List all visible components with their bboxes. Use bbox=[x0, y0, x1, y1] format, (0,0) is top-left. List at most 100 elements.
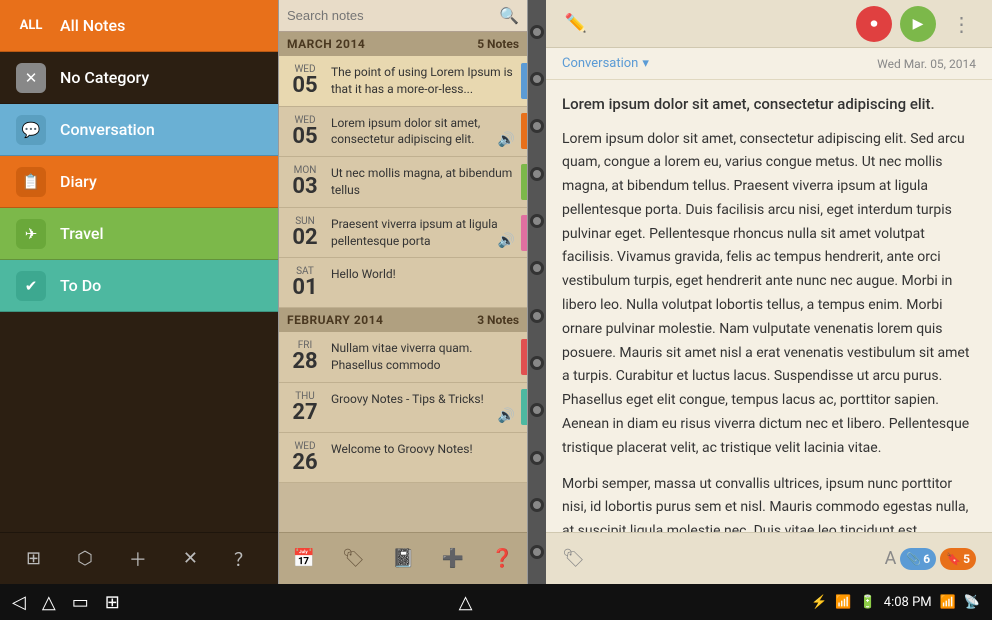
sidebar-item-travel[interactable]: ✈ Travel bbox=[0, 208, 278, 260]
spiral-ring bbox=[530, 498, 544, 512]
sidebar-item-all-notes[interactable]: ALL All Notes bbox=[0, 0, 278, 52]
home-button[interactable]: △ bbox=[42, 592, 56, 613]
note-tag-red bbox=[521, 339, 527, 375]
spiral-ring bbox=[530, 403, 544, 417]
note-item[interactable]: MON 03 Ut nec mollis magna, at bibendum … bbox=[279, 157, 527, 208]
sidebar-add-icon[interactable]: ＋ bbox=[129, 546, 147, 572]
note-content: Ut nec mollis magna, at bibendum tellus bbox=[331, 165, 519, 199]
category-label: Conversation bbox=[562, 56, 638, 71]
spiral-ring bbox=[530, 167, 544, 181]
sidebar-item-all-notes-label: All Notes bbox=[60, 16, 125, 35]
spiral-binding bbox=[528, 0, 546, 584]
diary-icon: 📋 bbox=[16, 167, 46, 197]
note-content: Groovy Notes - Tips & Tricks! bbox=[331, 391, 519, 408]
note-date: SAT 01 bbox=[287, 266, 323, 299]
sidebar-item-conversation[interactable]: 💬 Conversation bbox=[0, 104, 278, 156]
pencil-icon[interactable]: ✏️ bbox=[558, 6, 594, 42]
sidebar-item-travel-label: Travel bbox=[60, 224, 104, 243]
record-button[interactable]: ⏺ bbox=[856, 6, 892, 42]
tag-badge-button[interactable]: 🔖 5 bbox=[940, 548, 976, 570]
tag-icon: 🔖 bbox=[946, 552, 961, 566]
conversation-icon: 💬 bbox=[16, 115, 46, 145]
search-icon: 🔍 bbox=[499, 6, 519, 25]
help-icon[interactable]: ❓ bbox=[491, 548, 513, 569]
note-date: MON 03 bbox=[287, 165, 323, 198]
category-dropdown-icon: ▾ bbox=[642, 56, 649, 71]
audio-icon: 🔊 bbox=[498, 132, 515, 148]
sidebar-bottom-toolbar: ⊞ ⬡ ＋ ✕ ？ bbox=[0, 532, 278, 584]
tag-icon[interactable]: 🏷 bbox=[342, 548, 365, 569]
note-item[interactable]: WED 05 The point of using Lorem Ipsum is… bbox=[279, 56, 527, 107]
note-text: The point of using Lorem Ipsum is that i… bbox=[331, 64, 519, 98]
sidebar-help-icon[interactable]: ？ bbox=[234, 546, 252, 572]
tag-count: 5 bbox=[963, 552, 970, 566]
note-date-display: Wed Mar. 05, 2014 bbox=[877, 57, 976, 71]
note-item[interactable]: FRI 28 Nullam vitae viverra quam. Phasel… bbox=[279, 332, 527, 383]
sidebar-item-diary[interactable]: 📋 Diary bbox=[0, 156, 278, 208]
search-input[interactable] bbox=[287, 8, 499, 23]
note-tag-blue bbox=[521, 63, 527, 99]
sidebar-tag-icon[interactable]: ⬡ bbox=[77, 548, 93, 569]
note-date: WED 05 bbox=[287, 64, 323, 97]
more-options-button[interactable]: ⋮ bbox=[944, 6, 980, 42]
play-button[interactable]: ▶ bbox=[900, 6, 936, 42]
day-num: 05 bbox=[287, 75, 323, 97]
battery-icon: 🔋 bbox=[860, 595, 876, 610]
sidebar-item-no-category-label: No Category bbox=[60, 68, 149, 87]
note-item[interactable]: SUN 02 Praesent viverra ipsum at ligula … bbox=[279, 208, 527, 259]
notes-list: MARCH 2014 5 Notes WED 05 The point of u… bbox=[279, 32, 527, 532]
note-item[interactable]: SAT 01 Hello World! bbox=[279, 258, 527, 308]
note-item[interactable]: WED 05 Lorem ipsum dolor sit amet, conse… bbox=[279, 107, 527, 158]
add-note-icon[interactable]: ➕ bbox=[441, 548, 463, 569]
calendar-icon[interactable]: 📅 bbox=[293, 548, 315, 569]
note-content: Nullam vitae viverra quam. Phasellus com… bbox=[331, 340, 519, 374]
signal-icon: 📡 bbox=[964, 595, 980, 610]
note-date: WED 26 bbox=[287, 441, 323, 474]
day-num: 01 bbox=[287, 277, 323, 299]
recents-button[interactable]: ▭ bbox=[72, 592, 89, 613]
note-text: Groovy Notes - Tips & Tricks! bbox=[331, 391, 519, 408]
month-header-march: MARCH 2014 5 Notes bbox=[279, 32, 527, 56]
search-bar: 🔍 bbox=[279, 0, 527, 32]
sidebar: ALL All Notes ✕ No Category 💬 Conversati… bbox=[0, 0, 278, 584]
notes-panel: 🔍 MARCH 2014 5 Notes WED 05 The point of… bbox=[278, 0, 528, 584]
notebook-icon[interactable]: 📓 bbox=[392, 548, 414, 569]
back-button[interactable]: ◁ bbox=[12, 592, 26, 613]
note-text: Lorem ipsum dolor sit amet, consectetur … bbox=[331, 115, 519, 149]
travel-icon: ✈ bbox=[16, 219, 46, 249]
content-body-text: Lorem ipsum dolor sit amet, consectetur … bbox=[562, 128, 976, 461]
screenshot-button[interactable]: ⊞ bbox=[105, 592, 120, 613]
sidebar-item-no-category[interactable]: ✕ No Category bbox=[0, 52, 278, 104]
note-text: Praesent viverra ipsum at ligula pellent… bbox=[331, 216, 519, 250]
content-body-text-2: Morbi semper, massa ut convallis ultrice… bbox=[562, 473, 976, 532]
font-icon[interactable]: A bbox=[885, 548, 897, 569]
note-text: Ut nec mollis magna, at bibendum tellus bbox=[331, 165, 519, 199]
content-title: Lorem ipsum dolor sit amet, consectetur … bbox=[562, 92, 976, 118]
content-toolbar: ✏️ ⏺ ▶ ⋮ bbox=[546, 0, 992, 48]
sidebar-delete-icon[interactable]: ✕ bbox=[183, 548, 198, 569]
spiral-ring bbox=[530, 545, 544, 559]
attachment-badge-button[interactable]: 📎 6 bbox=[900, 548, 936, 570]
sidebar-item-todo-label: To Do bbox=[60, 276, 101, 295]
note-item[interactable]: THU 27 Groovy Notes - Tips & Tricks! 🔊 bbox=[279, 383, 527, 433]
sidebar-grid-icon[interactable]: ⊞ bbox=[26, 548, 41, 569]
spiral-ring bbox=[530, 451, 544, 465]
spiral-ring bbox=[530, 261, 544, 275]
todo-icon: ✔ bbox=[16, 271, 46, 301]
note-tag-pink bbox=[521, 215, 527, 251]
note-content: Welcome to Groovy Notes! bbox=[331, 441, 519, 458]
sidebar-item-todo[interactable]: ✔ To Do bbox=[0, 260, 278, 312]
spiral-ring bbox=[530, 356, 544, 370]
sticker-icon[interactable]: 🏷 bbox=[562, 548, 585, 569]
note-item[interactable]: WED 26 Welcome to Groovy Notes! bbox=[279, 433, 527, 483]
spiral-ring bbox=[530, 72, 544, 86]
category-badge[interactable]: Conversation ▾ bbox=[562, 56, 649, 71]
attachment-count: 6 bbox=[923, 552, 930, 566]
attachment-icon: 📎 bbox=[906, 552, 921, 566]
note-date: WED 05 bbox=[287, 115, 323, 148]
all-notes-icon: ALL bbox=[16, 11, 46, 41]
note-date: FRI 28 bbox=[287, 340, 323, 373]
note-content: The point of using Lorem Ipsum is that i… bbox=[331, 64, 519, 98]
month-name-february: FEBRUARY 2014 bbox=[287, 313, 383, 327]
no-category-icon: ✕ bbox=[16, 63, 46, 93]
